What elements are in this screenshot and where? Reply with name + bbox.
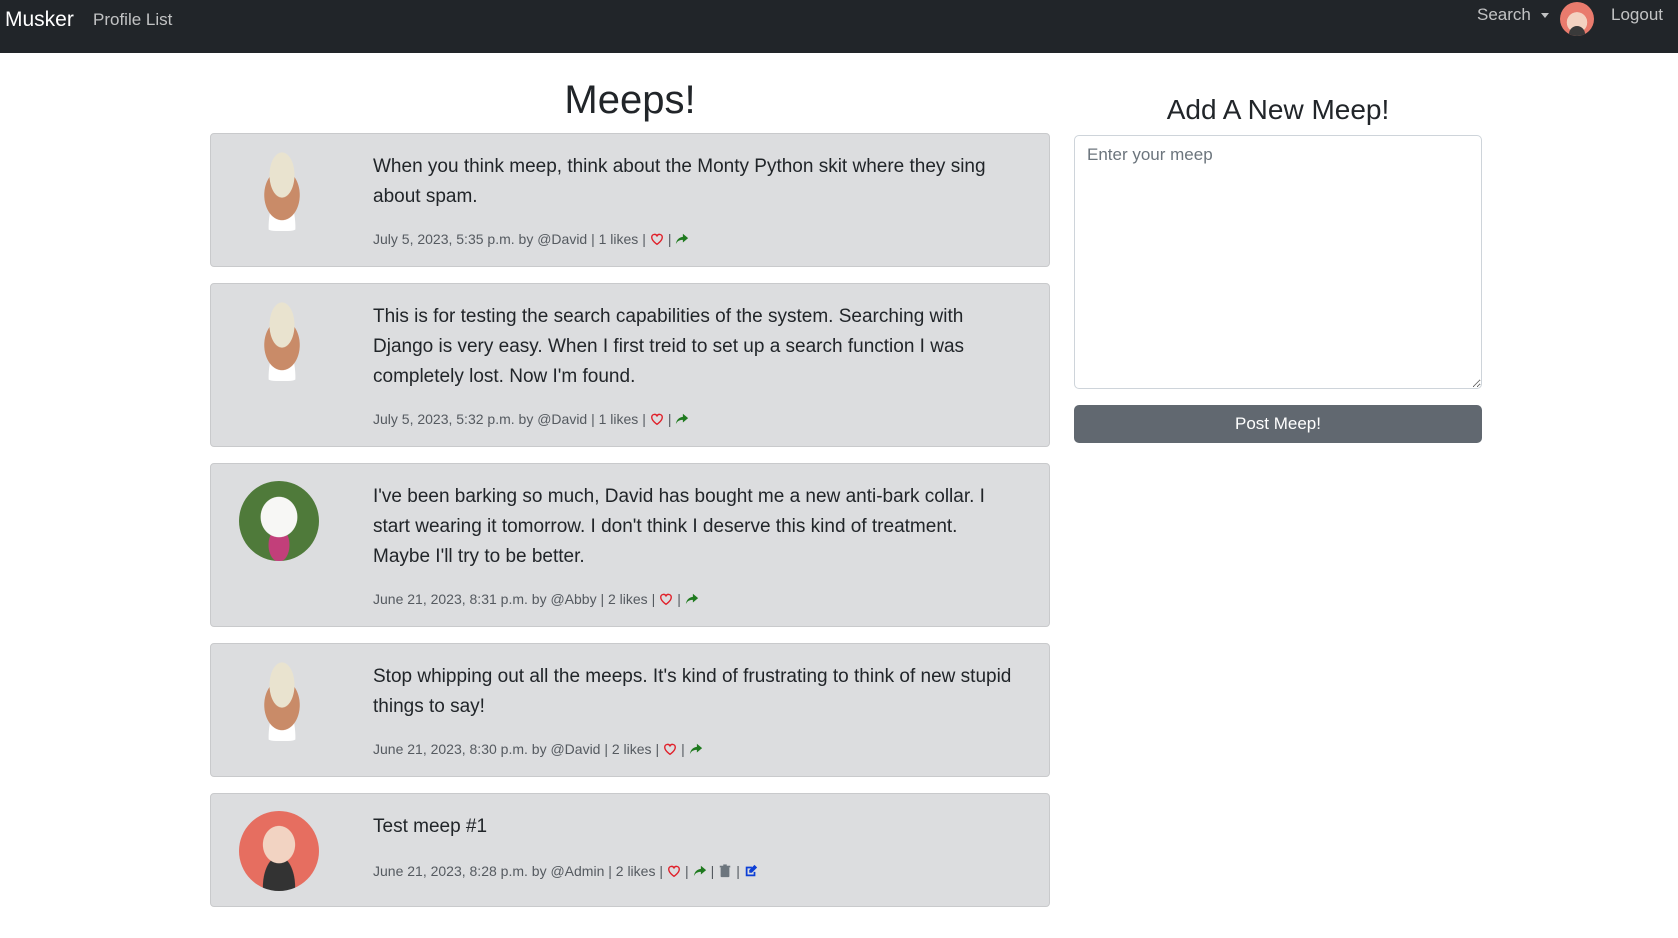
meep-meta: June 21, 2023, 8:30 p.m. by @David | 2 l… bbox=[373, 740, 703, 758]
heart-icon[interactable] bbox=[650, 412, 664, 426]
meta-separator: | bbox=[667, 231, 672, 247]
share-icon[interactable] bbox=[693, 864, 707, 878]
meep-meta: July 5, 2023, 5:35 p.m. by @David | 1 li… bbox=[373, 230, 689, 248]
top-navbar: Musker Profile List Search Logout bbox=[0, 0, 1678, 53]
heart-icon[interactable] bbox=[650, 232, 664, 246]
meep-text: I've been barking so much, David has bou… bbox=[373, 486, 985, 567]
meep-card: Stop whipping out all the meeps. It's ki… bbox=[210, 643, 1050, 777]
meep-text: Test meep #1 bbox=[373, 816, 488, 837]
meta-separator: | bbox=[677, 591, 681, 607]
meta-separator: | bbox=[681, 741, 685, 757]
meep-text: When you think meep, think about the Mon… bbox=[373, 156, 986, 207]
nav-logout[interactable]: Logout bbox=[1611, 5, 1663, 25]
meep-card: Test meep #1 June 21, 2023, 8:28 p.m. by… bbox=[210, 793, 1050, 907]
heart-icon[interactable] bbox=[663, 742, 677, 756]
meep-avatar[interactable] bbox=[239, 481, 319, 561]
user-avatar[interactable] bbox=[1560, 2, 1594, 36]
meep-text: Stop whipping out all the meeps. It's ki… bbox=[373, 666, 1012, 717]
share-icon[interactable] bbox=[675, 232, 689, 246]
nav-search-label: Search bbox=[1477, 5, 1531, 24]
post-meep-button[interactable]: Post Meep! bbox=[1074, 405, 1482, 443]
meep-avatar[interactable] bbox=[251, 661, 313, 741]
meep-meta: June 21, 2023, 8:28 p.m. by @Admin | 2 l… bbox=[373, 862, 758, 880]
share-icon[interactable] bbox=[675, 412, 689, 426]
meep-meta: July 5, 2023, 5:32 p.m. by @David | 1 li… bbox=[373, 410, 689, 428]
meep-meta-text: June 21, 2023, 8:31 p.m. by @Abby | 2 li… bbox=[373, 591, 656, 607]
meep-meta: June 21, 2023, 8:31 p.m. by @Abby | 2 li… bbox=[373, 590, 699, 608]
meep-card: I've been barking so much, David has bou… bbox=[210, 463, 1050, 627]
meep-card: When you think meep, think about the Mon… bbox=[210, 133, 1050, 267]
nav-profile-list[interactable]: Profile List bbox=[93, 10, 172, 30]
meep-avatar[interactable] bbox=[251, 151, 313, 231]
brand-logo[interactable]: Musker bbox=[5, 8, 74, 32]
meep-input[interactable] bbox=[1074, 135, 1482, 389]
meep-meta-text: June 21, 2023, 8:28 p.m. by @Admin | 2 l… bbox=[373, 863, 663, 879]
meep-meta-text: June 21, 2023, 8:30 p.m. by @David | 2 l… bbox=[373, 741, 660, 757]
meep-text: This is for testing the search capabilit… bbox=[373, 306, 965, 387]
heart-icon[interactable] bbox=[659, 592, 673, 606]
meta-separator: | bbox=[736, 863, 740, 879]
share-icon[interactable] bbox=[685, 592, 699, 606]
nav-search-dropdown[interactable]: Search bbox=[1477, 5, 1549, 25]
edit-icon[interactable] bbox=[744, 864, 758, 878]
meep-meta-text: July 5, 2023, 5:32 p.m. by @David | 1 li… bbox=[373, 411, 646, 427]
trash-icon[interactable] bbox=[718, 864, 732, 878]
new-meep-title: Add A New Meep! bbox=[1166, 94, 1390, 125]
page-title: Meeps! bbox=[564, 78, 696, 122]
meep-meta-text: July 5, 2023, 5:35 p.m. by @David | 1 li… bbox=[373, 231, 646, 247]
meep-avatar[interactable] bbox=[251, 301, 313, 381]
meta-separator: | bbox=[710, 863, 715, 879]
meep-card: This is for testing the search capabilit… bbox=[210, 283, 1050, 447]
meta-separator: | bbox=[684, 863, 689, 879]
caret-down-icon bbox=[1540, 12, 1549, 18]
meta-separator: | bbox=[667, 411, 672, 427]
share-icon[interactable] bbox=[689, 742, 703, 756]
meep-avatar[interactable] bbox=[239, 811, 319, 891]
heart-icon[interactable] bbox=[667, 864, 681, 878]
